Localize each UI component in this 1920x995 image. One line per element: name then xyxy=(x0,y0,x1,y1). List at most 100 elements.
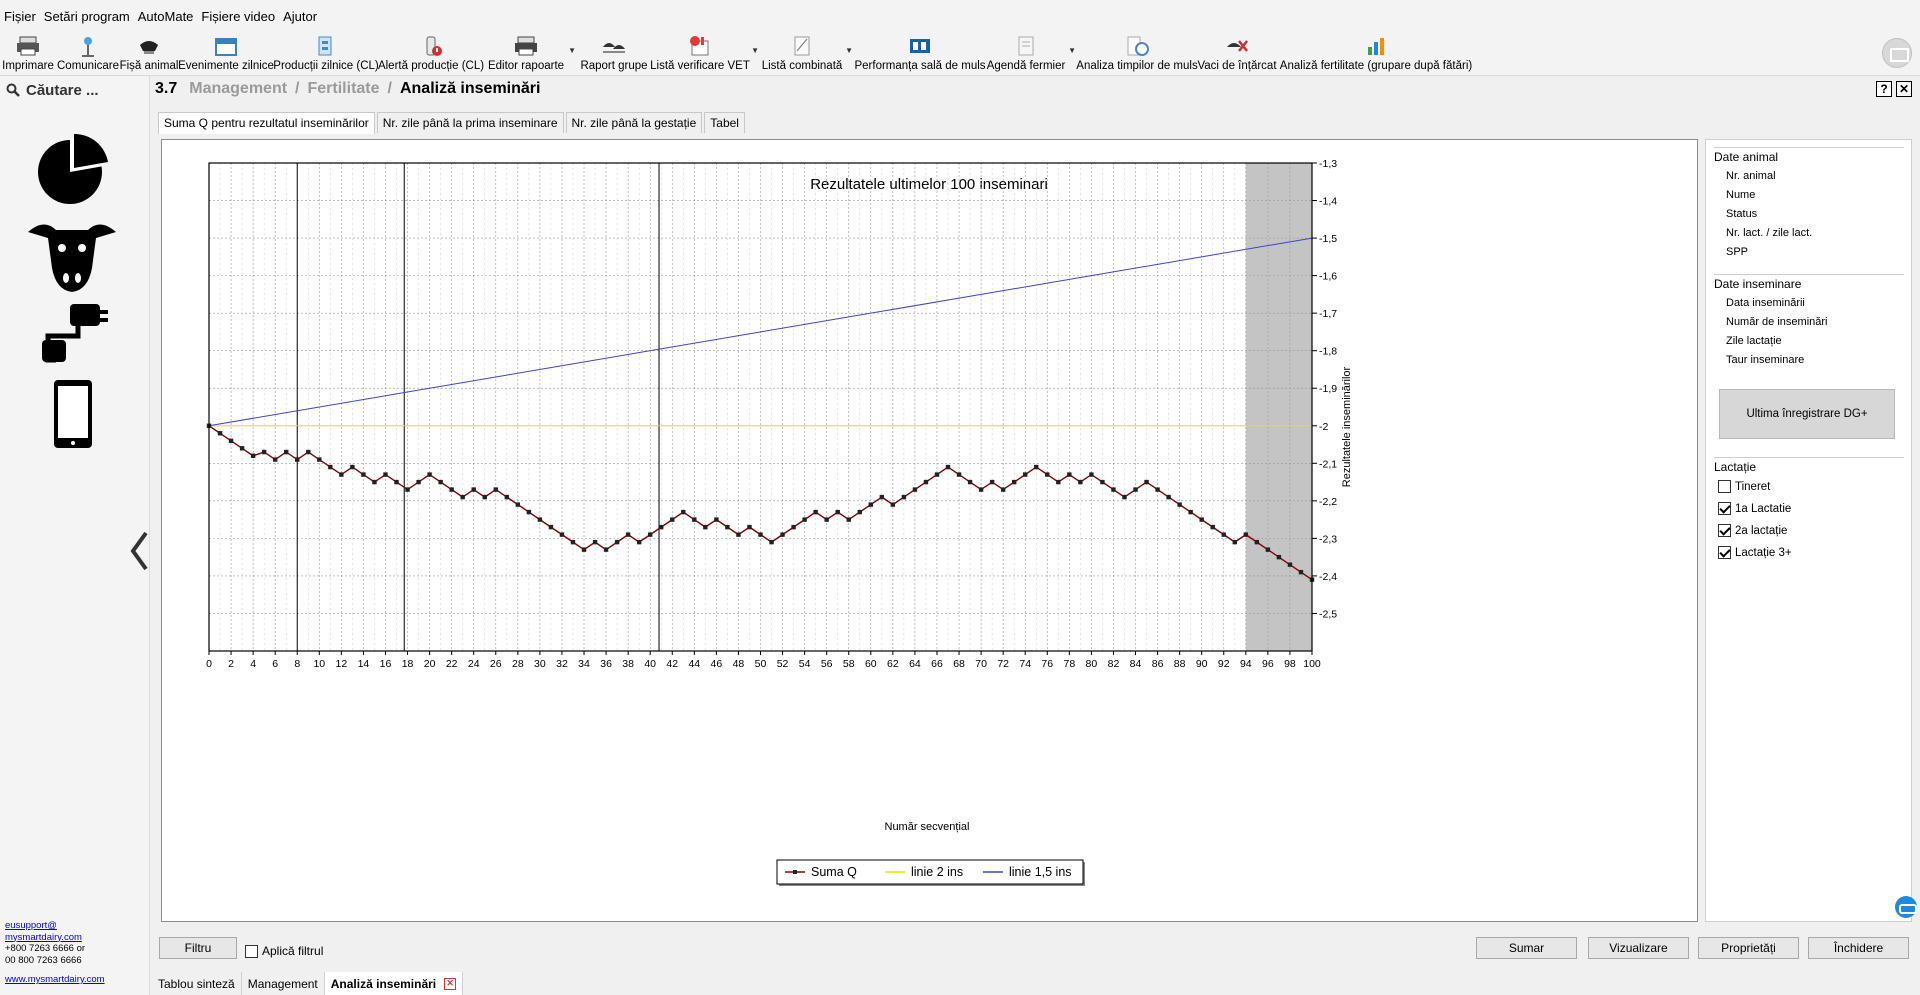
data-point[interactable] xyxy=(350,464,355,470)
data-point[interactable] xyxy=(427,472,432,477)
apply-filter-box[interactable] xyxy=(245,944,258,958)
plug-icon[interactable] xyxy=(38,300,110,370)
data-point[interactable] xyxy=(747,524,752,530)
data-point[interactable] xyxy=(769,539,774,545)
data-point[interactable] xyxy=(725,524,730,530)
breadcrumb-management[interactable]: Management xyxy=(189,80,287,98)
data-point[interactable] xyxy=(339,472,344,477)
data-point[interactable] xyxy=(570,539,576,545)
data-point[interactable] xyxy=(802,517,807,522)
chevron-down-icon[interactable]: ▼ xyxy=(751,46,759,55)
data-point[interactable] xyxy=(1011,479,1017,485)
print-button[interactable]: Imprimare xyxy=(2,32,54,76)
data-point[interactable] xyxy=(1199,517,1204,522)
support-email-link[interactable]: eusupport@ xyxy=(5,920,57,931)
data-point[interactable] xyxy=(659,524,664,530)
data-point[interactable] xyxy=(383,472,388,477)
menu-video[interactable]: Fișiere video xyxy=(201,9,275,24)
teamviewer-icon[interactable] xyxy=(1895,896,1917,918)
vet-checklist-button[interactable]: Listă verificare VET ▼ xyxy=(650,32,759,76)
checkbox-young-box[interactable] xyxy=(1718,480,1731,493)
data-point[interactable] xyxy=(923,479,929,485)
data-point[interactable] xyxy=(835,509,840,515)
data-point[interactable] xyxy=(1023,472,1028,477)
tab-days-first-insemination[interactable]: Nr. zile până la prima inseminare xyxy=(376,112,564,133)
data-point[interactable] xyxy=(736,532,741,537)
data-point[interactable] xyxy=(1243,532,1249,537)
data-point[interactable] xyxy=(1210,524,1215,530)
data-point[interactable] xyxy=(1287,562,1293,567)
data-point[interactable] xyxy=(879,494,885,500)
checkbox-young[interactable]: Tineret xyxy=(1718,480,1904,493)
breadcrumb-fertility[interactable]: Fertilitate xyxy=(308,80,380,98)
website-link[interactable]: www.mysmartdairy.com xyxy=(5,974,105,986)
daily-events-button[interactable]: Evenimente zilnice xyxy=(178,32,274,76)
group-report-button[interactable]: Raport grupe xyxy=(580,32,648,76)
data-point[interactable] xyxy=(1067,472,1072,477)
data-point[interactable] xyxy=(868,502,873,507)
farmer-agenda-button[interactable]: Agendă fermier ▼ xyxy=(987,32,1076,76)
chevron-down-icon[interactable]: ▼ xyxy=(568,46,576,55)
data-point[interactable] xyxy=(989,479,995,485)
data-point[interactable] xyxy=(846,517,851,522)
data-point[interactable] xyxy=(1254,539,1260,545)
data-point[interactable] xyxy=(239,446,245,451)
data-point[interactable] xyxy=(890,502,896,507)
data-point[interactable] xyxy=(361,472,366,477)
data-point[interactable] xyxy=(625,532,631,537)
menu-file[interactable]: Fișier xyxy=(4,9,36,24)
data-point[interactable] xyxy=(228,438,234,443)
data-point[interactable] xyxy=(934,472,940,477)
data-point[interactable] xyxy=(405,487,410,492)
data-point[interactable] xyxy=(1221,532,1226,537)
data-point[interactable] xyxy=(460,494,465,500)
data-point[interactable] xyxy=(978,487,984,492)
daily-production-button[interactable]: Producții zilnice (CL) xyxy=(273,32,379,76)
animal-card-button[interactable]: Fișă animal xyxy=(120,32,178,76)
help-button[interactable]: ? xyxy=(1876,81,1892,97)
checkbox-lact-1[interactable]: 1a Lactatie xyxy=(1718,502,1904,515)
mobile-phone-icon[interactable] xyxy=(52,378,94,450)
data-point[interactable] xyxy=(317,457,322,462)
data-point[interactable] xyxy=(438,479,443,485)
window-tab-management[interactable]: Management xyxy=(242,972,325,995)
data-point[interactable] xyxy=(1188,509,1193,515)
filter-button[interactable]: Filtru xyxy=(159,937,237,959)
data-point[interactable] xyxy=(1056,479,1061,485)
data-point[interactable] xyxy=(1276,554,1282,560)
data-point[interactable] xyxy=(636,539,642,545)
data-point[interactable] xyxy=(1155,487,1160,492)
data-point[interactable] xyxy=(791,524,796,530)
data-point[interactable] xyxy=(526,509,532,515)
close-button[interactable]: Închidere xyxy=(1808,937,1909,959)
data-point[interactable] xyxy=(548,524,554,530)
data-point[interactable] xyxy=(272,457,278,462)
data-point[interactable] xyxy=(1034,464,1039,470)
data-point[interactable] xyxy=(780,532,785,537)
menu-help[interactable]: Ajutor xyxy=(283,9,317,24)
data-point[interactable] xyxy=(1133,487,1138,492)
data-point[interactable] xyxy=(250,453,256,458)
checkbox-lact-2-box[interactable] xyxy=(1718,524,1731,537)
data-point[interactable] xyxy=(912,487,918,492)
data-point[interactable] xyxy=(394,479,399,485)
data-point[interactable] xyxy=(1078,479,1083,485)
support-email-domain-link[interactable]: mysmartdairy.com xyxy=(5,932,82,943)
data-point[interactable] xyxy=(692,517,697,522)
data-point[interactable] xyxy=(1045,472,1050,477)
data-point[interactable] xyxy=(670,517,675,522)
report-editor-button[interactable]: Editor rapoarte ▼ xyxy=(488,32,576,76)
tab-sum-q[interactable]: Suma Q pentru rezultatul inseminărilor xyxy=(158,112,375,134)
data-point[interactable] xyxy=(261,449,267,455)
chevron-down-icon[interactable]: ▼ xyxy=(1068,46,1076,55)
collapse-sidebar-icon[interactable] xyxy=(130,531,148,571)
data-point[interactable] xyxy=(1265,547,1271,552)
data-point[interactable] xyxy=(592,539,598,545)
data-point[interactable] xyxy=(515,502,521,507)
data-point[interactable] xyxy=(703,524,708,530)
data-point[interactable] xyxy=(681,509,686,515)
data-point[interactable] xyxy=(1000,487,1006,492)
last-dg-record-button[interactable]: Ultima înregistrare DG+ xyxy=(1719,389,1895,439)
data-point[interactable] xyxy=(648,532,653,537)
data-point[interactable] xyxy=(416,479,421,485)
